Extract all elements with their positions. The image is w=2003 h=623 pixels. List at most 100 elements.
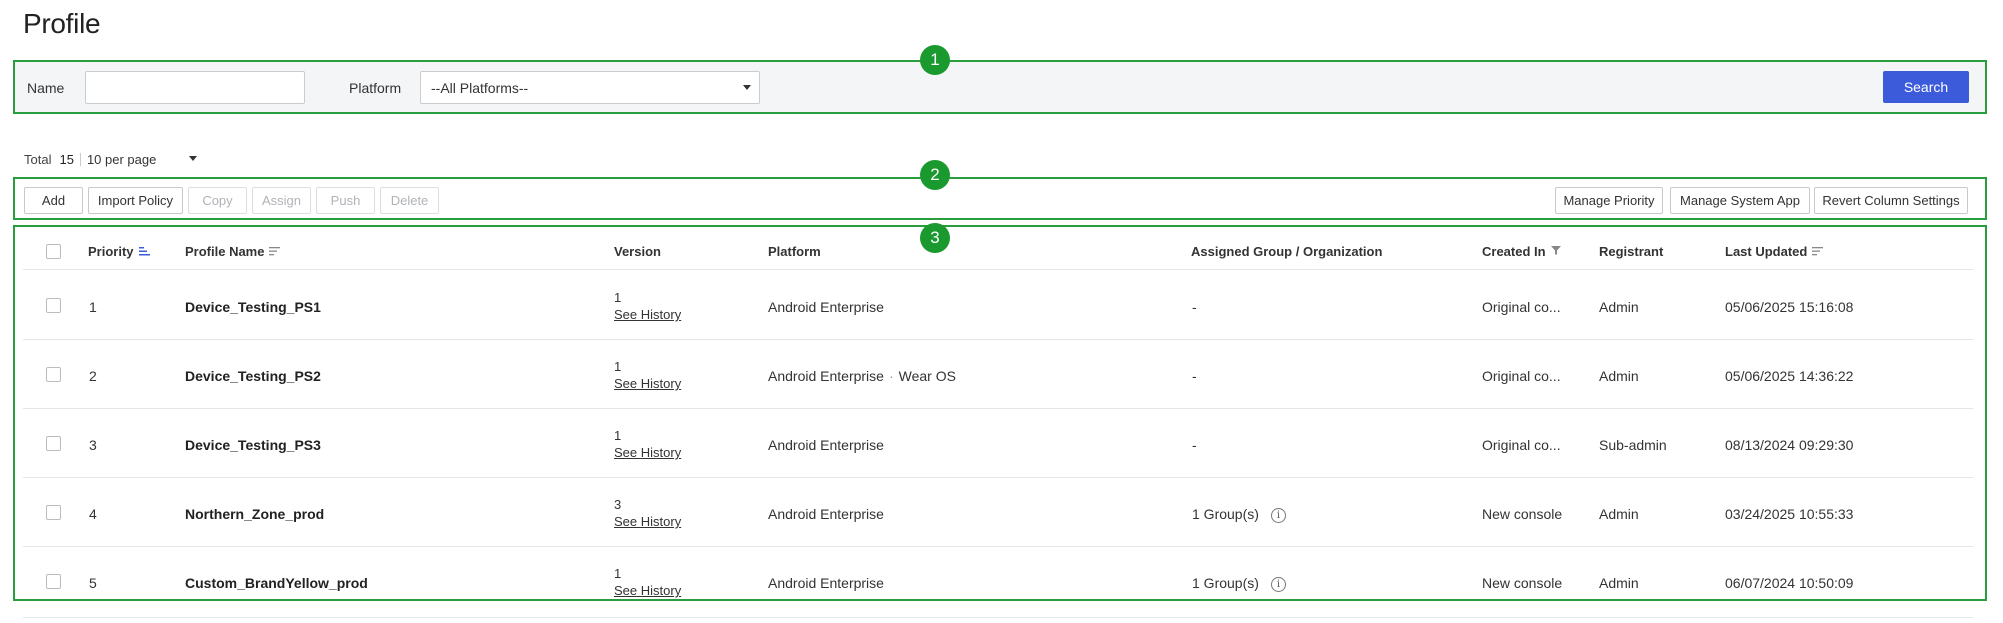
- profile-name-cell[interactable]: Device_Testing_PS3: [185, 437, 321, 453]
- separator-dot: ·: [888, 368, 894, 384]
- add-button[interactable]: Add: [24, 187, 83, 214]
- version-cell: 1: [614, 428, 622, 443]
- version-cell: 1: [614, 566, 622, 581]
- push-button[interactable]: Push: [316, 187, 375, 214]
- registrant-cell: Admin: [1599, 506, 1639, 522]
- row-checkbox[interactable]: [46, 574, 61, 589]
- profile-name-cell[interactable]: Device_Testing_PS1: [185, 299, 321, 315]
- select-all-checkbox[interactable]: [46, 244, 61, 259]
- created-in-cell: Original co...: [1482, 368, 1561, 384]
- name-input[interactable]: [85, 71, 305, 104]
- column-header-last-updated[interactable]: Last Updated: [1725, 244, 1824, 259]
- step-badge-1: 1: [920, 45, 950, 75]
- version-cell: 1: [614, 290, 622, 305]
- created-in-cell: Original co...: [1482, 437, 1561, 453]
- priority-cell: 2: [89, 368, 97, 384]
- column-label: Profile Name: [185, 244, 265, 259]
- table-header: Priority Profile Name Version Platform A…: [23, 229, 1973, 270]
- manage-priority-button[interactable]: Manage Priority: [1555, 187, 1663, 214]
- priority-cell: 4: [89, 506, 97, 522]
- platform-cell: Android Enterprise: [768, 299, 884, 315]
- registrant-cell: Admin: [1599, 575, 1639, 591]
- manage-system-app-button[interactable]: Manage System App: [1670, 187, 1810, 214]
- priority-cell: 5: [89, 575, 97, 591]
- row-checkbox[interactable]: [46, 367, 61, 382]
- created-in-cell: New console: [1482, 575, 1563, 591]
- sort-icon[interactable]: [1812, 244, 1824, 259]
- column-header-registrant: Registrant: [1599, 244, 1664, 259]
- assigned-cell: 1 Group(s) i: [1192, 575, 1286, 592]
- import-policy-button[interactable]: Import Policy: [88, 187, 183, 214]
- assigned-group-count: 1 Group(s): [1192, 506, 1259, 522]
- version-cell: 1: [614, 359, 622, 374]
- assigned-cell: 1 Group(s) i: [1192, 506, 1286, 523]
- platform-extra: Wear OS: [898, 368, 956, 384]
- table-row[interactable]: 3 Device_Testing_PS3 1 See History Andro…: [23, 409, 1973, 478]
- column-label: Last Updated: [1725, 244, 1808, 259]
- divider: [79, 153, 81, 166]
- assigned-cell: -: [1192, 368, 1197, 384]
- row-checkbox[interactable]: [46, 436, 61, 451]
- copy-button[interactable]: Copy: [188, 187, 247, 214]
- sort-icon[interactable]: [269, 244, 281, 259]
- per-page-value: 10 per page: [86, 152, 157, 167]
- table-row[interactable]: 2 Device_Testing_PS2 1 See History Andro…: [23, 340, 1973, 409]
- profile-name-cell[interactable]: Custom_BrandYellow_prod: [185, 575, 368, 591]
- table-row[interactable]: 5 Custom_BrandYellow_prod 1 See History …: [23, 547, 1973, 616]
- platform-cell: Android Enterprise · Wear OS: [768, 368, 956, 384]
- delete-button[interactable]: Delete: [380, 187, 439, 214]
- sort-ascending-icon[interactable]: [138, 244, 151, 259]
- column-header-priority[interactable]: Priority: [88, 244, 151, 259]
- column-header-created-in[interactable]: Created In: [1482, 244, 1561, 259]
- search-button[interactable]: Search: [1883, 71, 1969, 103]
- assigned-cell: -: [1192, 437, 1197, 453]
- see-history-link[interactable]: See History: [614, 307, 681, 322]
- see-history-link[interactable]: See History: [614, 445, 681, 460]
- per-page-select[interactable]: 10 per page: [87, 152, 197, 167]
- created-in-cell: New console: [1482, 506, 1563, 522]
- platform-select[interactable]: --All Platforms--: [420, 71, 760, 104]
- pagination-summary: Total 15 10 per page: [24, 152, 197, 167]
- table-row[interactable]: 1 Device_Testing_PS1 1 See History Andro…: [23, 271, 1973, 340]
- created-in-cell: Original co...: [1482, 299, 1561, 315]
- version-cell: 3: [614, 497, 622, 512]
- name-label: Name: [27, 80, 65, 96]
- column-header-profile-name[interactable]: Profile Name: [185, 244, 281, 259]
- registrant-cell: Sub-admin: [1599, 437, 1667, 453]
- info-icon[interactable]: i: [1270, 507, 1286, 523]
- platform-label: Platform: [349, 80, 402, 96]
- assign-button[interactable]: Assign: [252, 187, 311, 214]
- column-header-platform: Platform: [768, 244, 821, 259]
- registrant-cell: Admin: [1599, 368, 1639, 384]
- row-checkbox[interactable]: [46, 505, 61, 520]
- platform-name: Android Enterprise: [768, 368, 884, 384]
- registrant-cell: Admin: [1599, 299, 1639, 315]
- last-updated-cell: 05/06/2025 15:16:08: [1725, 299, 1854, 315]
- profile-name-cell[interactable]: Device_Testing_PS2: [185, 368, 321, 384]
- row-checkbox[interactable]: [46, 298, 61, 313]
- info-icon[interactable]: i: [1270, 576, 1286, 592]
- profile-name-cell[interactable]: Northern_Zone_prod: [185, 506, 324, 522]
- priority-cell: 1: [89, 299, 97, 315]
- platform-cell: Android Enterprise: [768, 575, 884, 591]
- platform-cell: Android Enterprise: [768, 437, 884, 453]
- chevron-down-icon: [743, 85, 751, 90]
- table-row[interactable]: 4 Northern_Zone_prod 3 See History Andro…: [23, 478, 1973, 547]
- column-label: Priority: [88, 244, 134, 259]
- see-history-link[interactable]: See History: [614, 376, 681, 391]
- total-label: Total: [24, 152, 52, 167]
- highlight-box-filter: [13, 60, 1987, 114]
- revert-column-settings-button[interactable]: Revert Column Settings: [1814, 187, 1968, 214]
- see-history-link[interactable]: See History: [614, 514, 681, 529]
- last-updated-cell: 05/06/2025 14:36:22: [1725, 368, 1854, 384]
- last-updated-cell: 08/13/2024 09:29:30: [1725, 437, 1854, 453]
- column-header-assigned: Assigned Group / Organization: [1191, 244, 1383, 259]
- priority-cell: 3: [89, 437, 97, 453]
- total-count: 15: [59, 152, 74, 167]
- filter-icon[interactable]: [1550, 244, 1561, 259]
- step-badge-2: 2: [920, 160, 950, 190]
- assigned-group-count: 1 Group(s): [1192, 575, 1259, 591]
- platform-select-value: --All Platforms--: [431, 80, 529, 96]
- see-history-link[interactable]: See History: [614, 583, 681, 598]
- last-updated-cell: 06/07/2024 10:50:09: [1725, 575, 1854, 591]
